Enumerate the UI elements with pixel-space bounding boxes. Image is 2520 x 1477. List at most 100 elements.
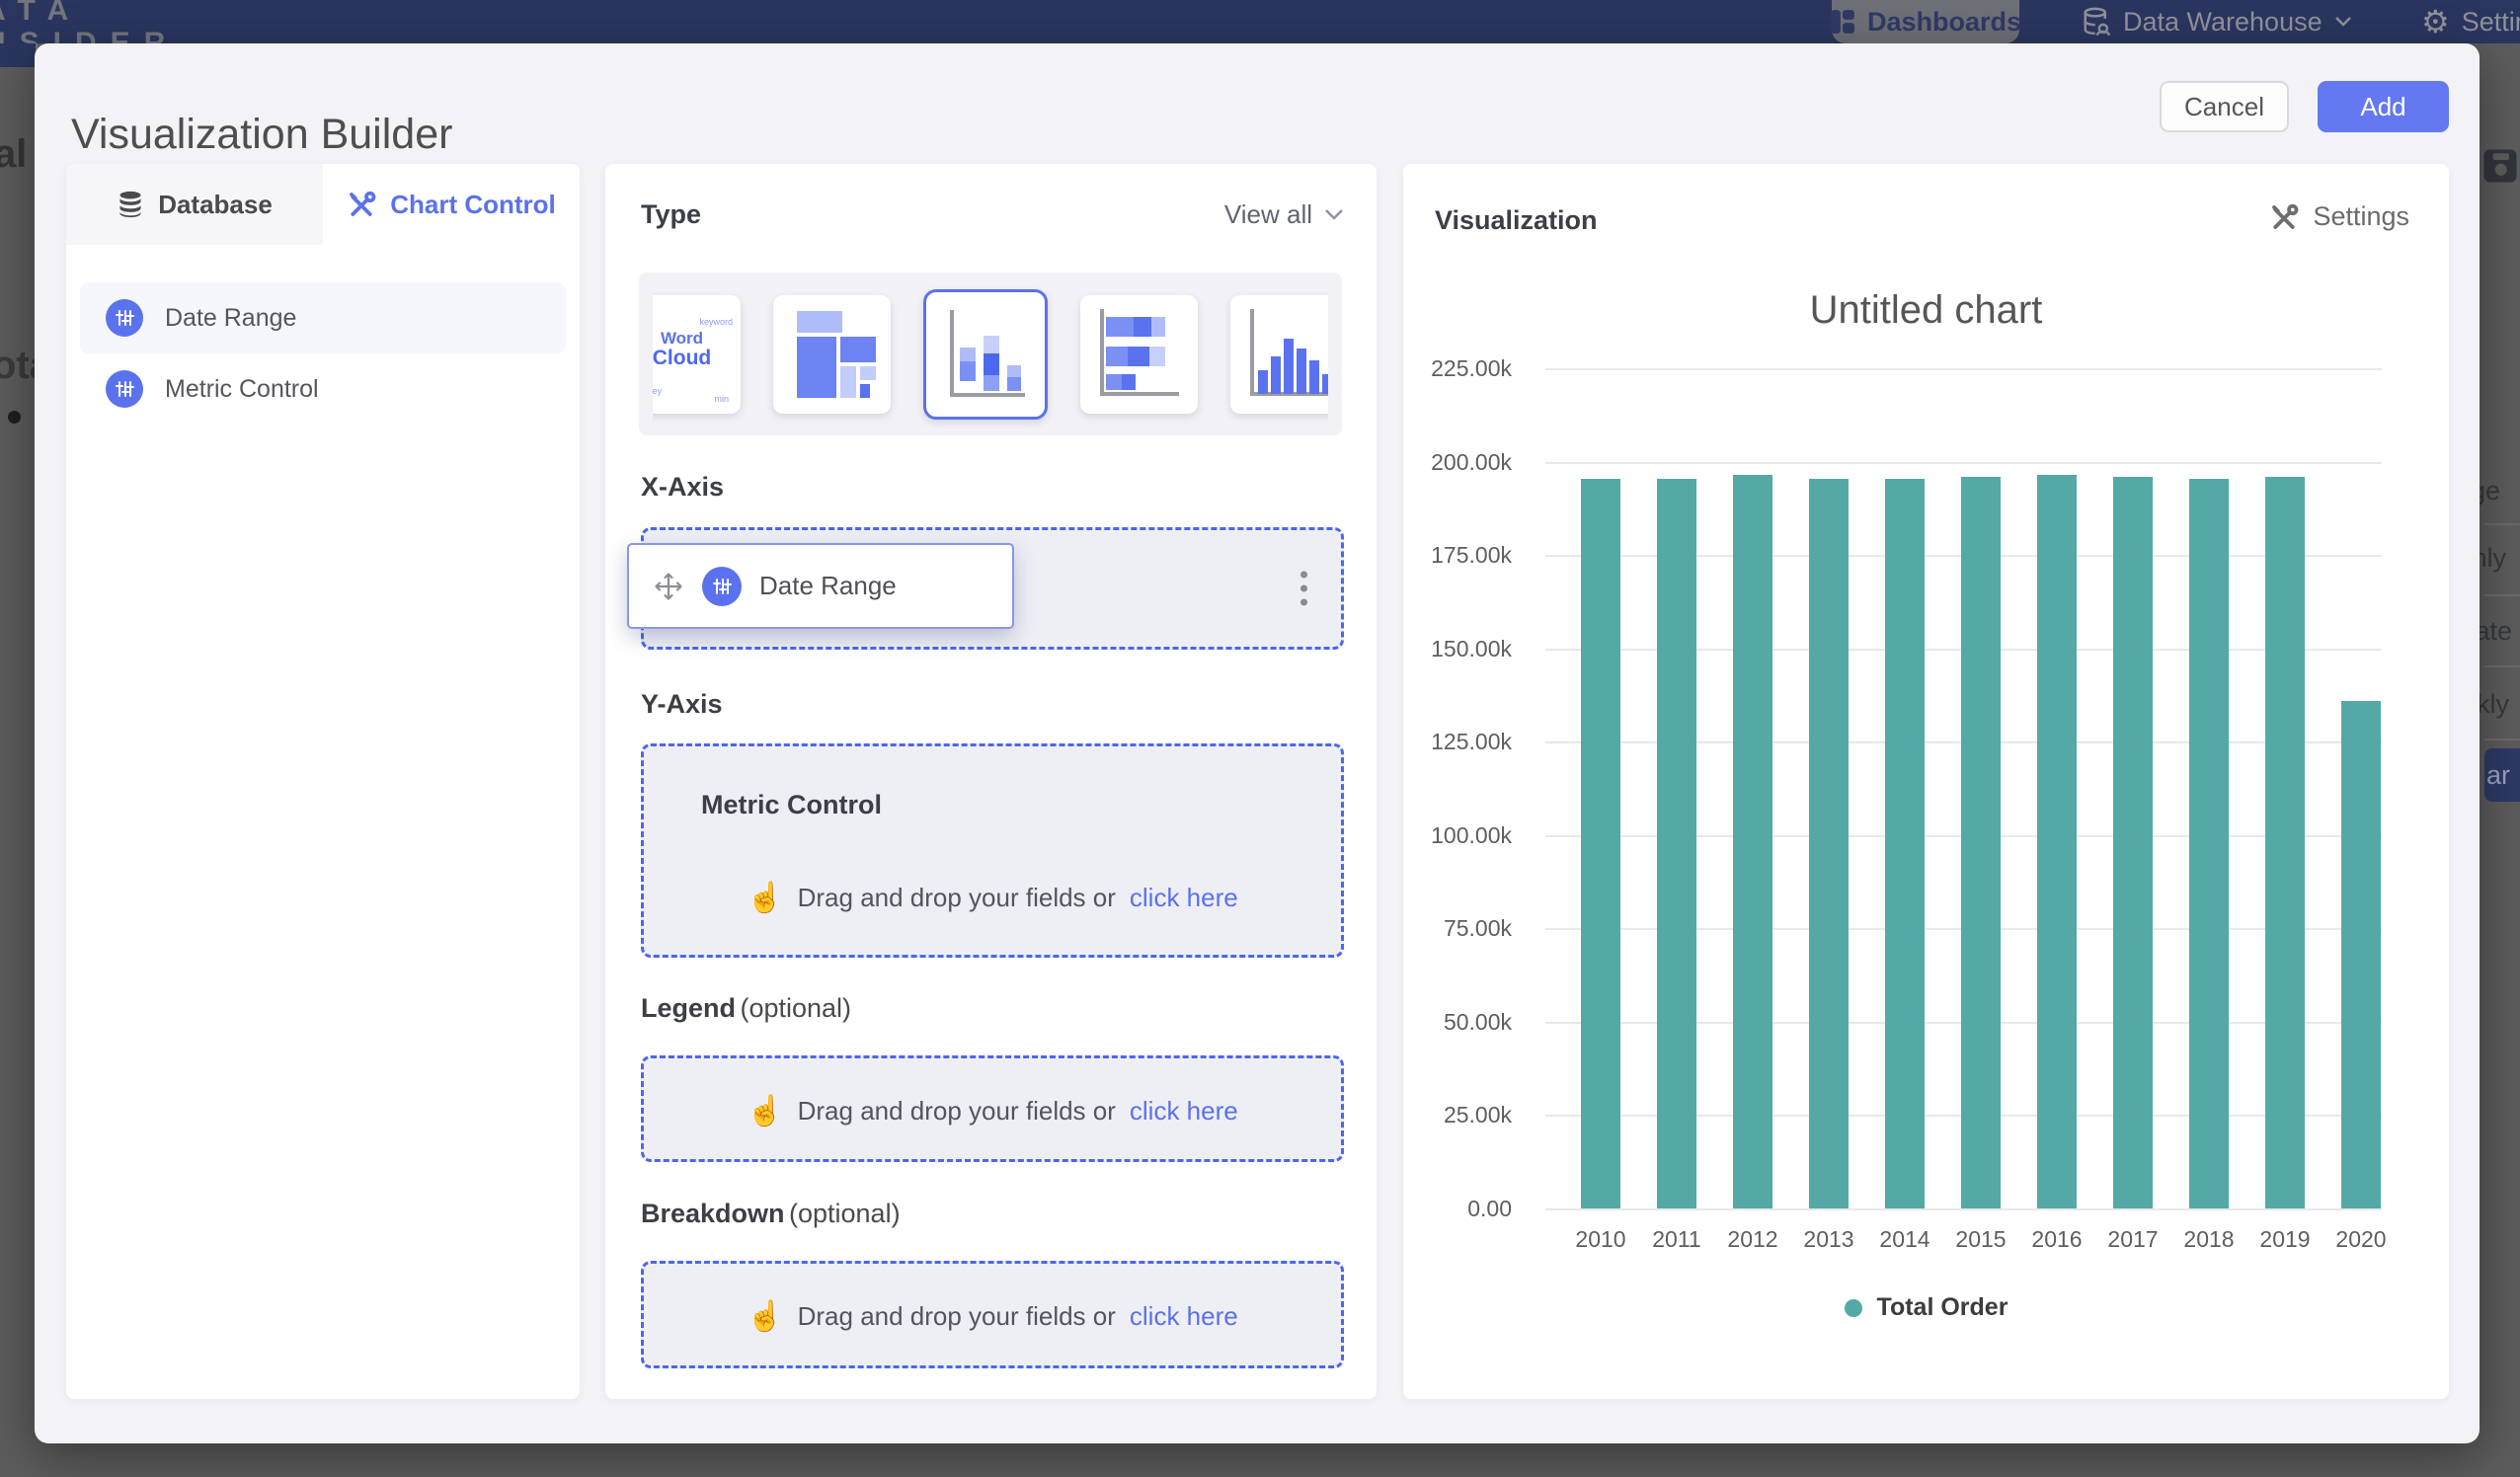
topbar-left-extension xyxy=(0,43,36,67)
nav-item-data-warehouse[interactable]: Data Warehouse xyxy=(2082,0,2352,43)
chart-x-axis: 2010201120122013201420152016201720182019… xyxy=(1545,1226,2382,1256)
y-axis-tick: 125.00k xyxy=(1431,729,1512,755)
field-item-metric-control[interactable]: Metric Control xyxy=(80,353,566,425)
y-axis-label: Y-Axis xyxy=(641,689,723,720)
database-warehouse-icon xyxy=(2082,7,2111,37)
chart-bar-2013 xyxy=(1809,479,1849,1208)
topbar: ATA NSIDER Dashboards Data Warehouse xyxy=(0,0,2520,43)
x-axis-field-card[interactable]: Date Range xyxy=(627,543,1014,629)
chart-title: Untitled chart xyxy=(1403,288,2449,333)
legend-drop-zone[interactable]: ☝ Drag and drop your fields or click her… xyxy=(641,1055,1344,1162)
background-rail-selected-item: ar xyxy=(2484,748,2520,802)
chart-bar-2018 xyxy=(2189,479,2229,1208)
view-all-label: View all xyxy=(1224,199,1312,230)
field-label: Metric Control xyxy=(165,375,319,404)
dashboards-icon xyxy=(1830,9,1855,35)
chevron-down-icon xyxy=(2334,16,2352,28)
chart-type-strip: ness keyword Word Cloud money min xyxy=(639,272,1342,435)
fields-tabbar: Database Chart Control xyxy=(66,164,580,245)
kebab-menu-icon[interactable] xyxy=(1293,564,1315,614)
chart-bar-2014 xyxy=(1885,479,1925,1208)
drop-hint-row: ☝ Drag and drop your fields or click her… xyxy=(644,883,1341,913)
click-hand-icon: ☝ xyxy=(747,1302,783,1332)
chart-y-axis: 225.00k200.00k175.00k150.00k125.00k100.0… xyxy=(1403,368,1529,1208)
chart-bar-2015 xyxy=(1961,477,2001,1208)
chart-bar-2012 xyxy=(1733,475,1772,1208)
type-label: Type xyxy=(641,199,701,230)
x-axis-tick: 2012 xyxy=(1715,1226,1790,1253)
x-axis-tick: 2011 xyxy=(1639,1226,1714,1253)
y-axis-tick: 75.00k xyxy=(1444,915,1512,942)
app-root: ATA NSIDER Dashboards Data Warehouse xyxy=(0,0,2520,1477)
nav-item-dashboards[interactable]: Dashboards xyxy=(1832,0,2019,43)
x-axis-drop-zone[interactable]: Date Range xyxy=(641,527,1344,650)
chart-type-treemap[interactable] xyxy=(773,295,891,414)
click-hand-icon: ☝ xyxy=(747,1097,783,1127)
chart-settings-button[interactable]: Settings xyxy=(2269,201,2409,232)
chart-bar-2010 xyxy=(1581,479,1620,1208)
click-hand-icon: ☝ xyxy=(747,884,783,913)
chart-bar-2017 xyxy=(2113,477,2153,1208)
drop-hint-row: ☝ Drag and drop your fields or click her… xyxy=(644,1301,1341,1332)
x-axis-tick: 2013 xyxy=(1791,1226,1866,1253)
move-icon xyxy=(653,571,684,602)
field-item-date-range[interactable]: Date Range xyxy=(80,282,566,353)
legend-swatch xyxy=(1845,1299,1862,1317)
chart-plot xyxy=(1545,368,2382,1208)
view-all-dropdown[interactable]: View all xyxy=(1224,199,1344,230)
cancel-button[interactable]: Cancel xyxy=(2160,81,2289,132)
click-here-link[interactable]: click here xyxy=(1130,883,1238,913)
settings-tools-icon xyxy=(2269,202,2299,232)
x-axis-tick: 2016 xyxy=(2019,1226,2094,1253)
drop-hint-text: Drag and drop your fields or xyxy=(798,1096,1116,1127)
visualization-builder-modal: Visualization Builder Cancel Add Databas… xyxy=(35,43,2480,1443)
x-axis-tick: 2019 xyxy=(2247,1226,2323,1253)
visualization-panel: Visualization Settings Untitled chart 22… xyxy=(1403,164,2449,1399)
chart-bar-2016 xyxy=(2037,475,2077,1208)
chart-type-word-cloud[interactable]: ness keyword Word Cloud money min xyxy=(653,295,741,414)
visualization-panel-title: Visualization xyxy=(1435,205,1598,236)
nav-item-settings[interactable]: ⚙ Settin xyxy=(2421,0,2520,43)
add-button[interactable]: Add xyxy=(2318,81,2449,132)
chart-type-stacked-column-selected[interactable] xyxy=(923,289,1048,420)
chart-bar-2011 xyxy=(1657,479,1696,1208)
tab-chart-control[interactable]: Chart Control xyxy=(323,164,580,245)
y-axis-zone-title: Metric Control xyxy=(701,790,882,820)
background-bullet-dot xyxy=(8,411,21,424)
tab-chart-control-label: Chart Control xyxy=(390,190,556,220)
nav-label-data-warehouse: Data Warehouse xyxy=(2123,7,2323,38)
sliders-icon xyxy=(106,370,143,408)
save-icon xyxy=(2482,148,2518,184)
field-list: Date Range Metric Control xyxy=(66,282,580,425)
chart-type-column[interactable] xyxy=(1230,295,1328,414)
legend-series-label: Total Order xyxy=(1877,1293,2008,1322)
chevron-down-icon xyxy=(1324,208,1344,221)
drop-hint-row: ☝ Drag and drop your fields or click her… xyxy=(644,1096,1341,1127)
breakdown-drop-zone[interactable]: ☝ Drag and drop your fields or click her… xyxy=(641,1261,1344,1368)
click-here-link[interactable]: click here xyxy=(1130,1096,1238,1127)
x-axis-tick: 2015 xyxy=(1943,1226,2018,1253)
field-label: Date Range xyxy=(165,304,296,333)
gear-icon: ⚙ xyxy=(2421,6,2450,38)
nav-label-dashboards: Dashboards xyxy=(1867,7,2021,38)
x-axis-label: X-Axis xyxy=(641,472,724,503)
tab-database[interactable]: Database xyxy=(66,164,323,245)
background-cut-text-1: al xyxy=(0,132,27,177)
drop-hint-text: Drag and drop your fields or xyxy=(798,883,1116,913)
word-cloud-thumbnail-text: Word Cloud xyxy=(653,329,741,368)
sliders-icon xyxy=(106,299,143,337)
modal-title: Visualization Builder xyxy=(71,111,452,159)
chart-settings-label: Settings xyxy=(2313,201,2409,232)
chart-type-stacked-bar[interactable] xyxy=(1080,295,1198,414)
chart-type-scroller[interactable]: ness keyword Word Cloud money min xyxy=(653,272,1328,435)
tools-icon xyxy=(347,190,376,219)
x-axis-tick: 2020 xyxy=(2323,1226,2399,1253)
click-here-link[interactable]: click here xyxy=(1130,1301,1238,1332)
type-header-row: Type View all xyxy=(641,199,1344,230)
x-axis-tick: 2014 xyxy=(1867,1226,1942,1253)
y-axis-drop-zone[interactable]: Metric Control ☝ Drag and drop your fiel… xyxy=(641,743,1344,958)
x-axis-tick: 2017 xyxy=(2095,1226,2170,1253)
database-icon xyxy=(117,191,144,218)
nav-label-settings: Settin xyxy=(2462,7,2520,38)
y-axis-tick: 100.00k xyxy=(1431,822,1512,849)
